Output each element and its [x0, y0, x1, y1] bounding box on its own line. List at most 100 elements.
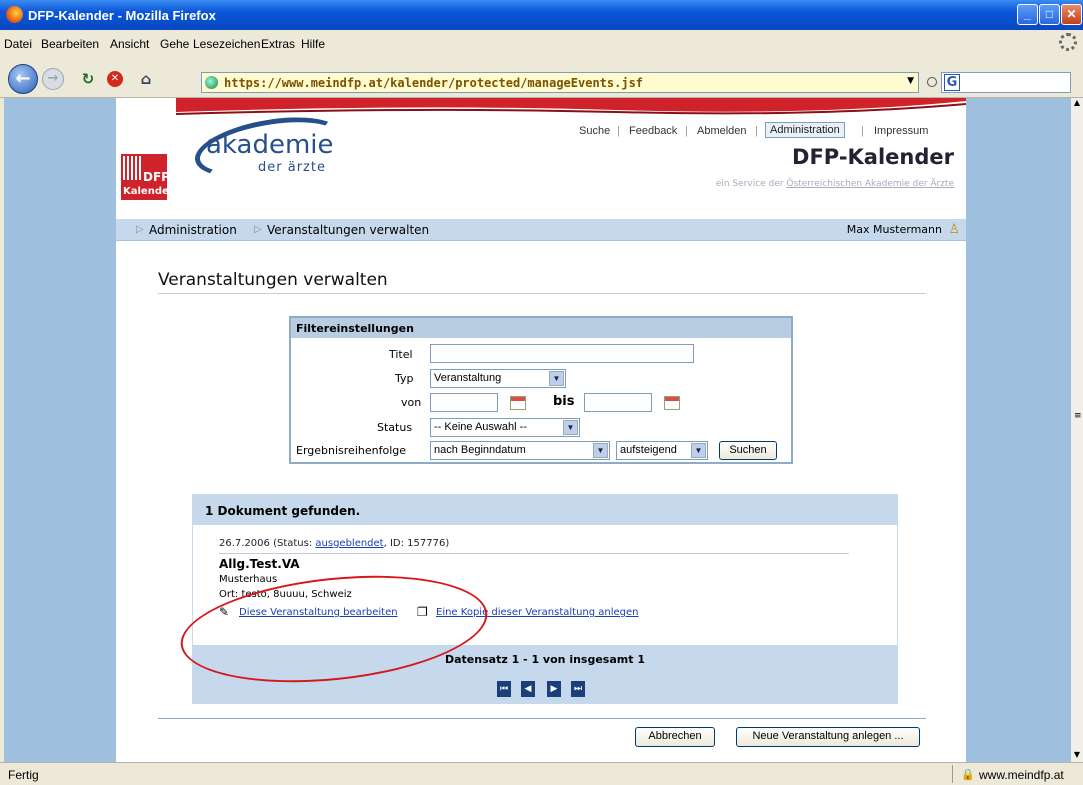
breadcrumb: ▷ Administration ▷ Veranstaltungen verwa…: [116, 219, 966, 241]
previous-page-icon[interactable]: ◀: [521, 681, 535, 697]
brand-subtitle: ein Service der Österreichischen Akademi…: [716, 179, 954, 189]
bis-date-input[interactable]: [584, 393, 652, 412]
browser-window: DFP-Kalender - Mozilla Firefox _ □ ✕ Dat…: [0, 0, 1083, 785]
header-swoosh: [175, 98, 966, 115]
next-page-icon[interactable]: ▶: [547, 681, 561, 697]
user-name: Max Mustermann: [846, 223, 942, 236]
typ-select[interactable]: Veranstaltung ▼: [430, 369, 566, 388]
lock-icon[interactable]: 🔒: [961, 768, 975, 781]
status-domain: www.meindfp.at: [979, 768, 1064, 782]
brand-title: DFP-Kalender: [792, 145, 954, 169]
scroll-grip[interactable]: ≡: [1074, 411, 1082, 421]
event-organizer: Musterhaus: [219, 574, 278, 585]
order-select[interactable]: nach Beginndatum ▼: [430, 441, 610, 460]
close-button[interactable]: ✕: [1061, 4, 1082, 25]
window-title: DFP-Kalender - Mozilla Firefox: [28, 8, 216, 23]
dfp-kalender-logo[interactable]: DFP Kalender: [121, 154, 174, 200]
menu-datei[interactable]: Datei: [4, 37, 32, 51]
status-bar: Fertig 🔒 www.meindfp.at: [0, 762, 1083, 785]
logo-sub-text: der ärzte: [258, 160, 326, 175]
status-select[interactable]: -- Keine Auswahl -- ▼: [430, 418, 580, 437]
go-icon[interactable]: [927, 77, 937, 87]
first-page-icon[interactable]: ⏮: [497, 681, 511, 697]
scroll-up-icon[interactable]: ▲: [1071, 98, 1083, 110]
maximize-button[interactable]: □: [1039, 4, 1060, 25]
nav-suche[interactable]: Suche: [579, 125, 610, 137]
logo-main-text: akademie: [206, 130, 334, 160]
bis-label: bis: [553, 394, 575, 409]
url-bar[interactable]: https://www.meindfp.at/kalender/protecte…: [201, 72, 919, 93]
nav-impressum[interactable]: Impressum: [874, 125, 928, 137]
event-meta: 26.7.2006 (Status: ausgeblendet, ID: 157…: [219, 538, 449, 549]
nav-separator: |: [617, 125, 620, 137]
titel-input[interactable]: [430, 344, 694, 363]
logo-bars: [123, 156, 143, 180]
menu-ansicht[interactable]: Ansicht: [110, 37, 149, 51]
breadcrumb-current: Veranstaltungen verwalten: [267, 223, 430, 237]
stop-icon[interactable]: ✕: [107, 71, 123, 87]
menu-extras[interactable]: Extras: [261, 37, 295, 51]
nav-separator: |: [861, 125, 864, 137]
url-dropdown-icon[interactable]: ▼: [907, 76, 914, 86]
search-button[interactable]: Suchen: [719, 441, 777, 460]
academy-link[interactable]: Österreichischen Akademie der Ärzte: [786, 179, 954, 189]
title-bar: DFP-Kalender - Mozilla Firefox _ □ ✕: [0, 0, 1083, 30]
throbber-icon: [1059, 33, 1077, 51]
chevron-down-icon: ▼: [593, 443, 608, 458]
nav-separator: |: [755, 125, 758, 137]
menu-bar: Datei Bearbeiten Ansicht Gehe Lesezeiche…: [0, 30, 1083, 60]
calendar-icon[interactable]: [510, 396, 526, 410]
reload-icon[interactable]: ↻: [78, 70, 98, 90]
akademie-logo[interactable]: akademie der ärzte: [190, 107, 354, 188]
typ-label: Typ: [395, 372, 414, 385]
status-separator: [952, 765, 953, 783]
last-page-icon[interactable]: ⏭: [571, 681, 585, 697]
search-box[interactable]: G: [941, 72, 1071, 93]
titel-label: Titel: [389, 348, 413, 361]
page-viewport: akademie der ärzte DFP Kalender Suche | …: [4, 98, 1071, 762]
breadcrumb-administration[interactable]: Administration: [149, 223, 237, 237]
status-text: Fertig: [8, 768, 39, 782]
nav-abmelden[interactable]: Abmelden: [697, 125, 747, 137]
menu-hilfe[interactable]: Hilfe: [301, 37, 325, 51]
globe-icon: [205, 76, 218, 89]
menu-bearbeiten[interactable]: Bearbeiten: [41, 37, 99, 51]
forward-icon[interactable]: →: [42, 68, 64, 90]
url-text: https://www.meindfp.at/kalender/protecte…: [224, 76, 644, 90]
calendar-icon[interactable]: [664, 396, 680, 410]
minimize-button[interactable]: _: [1017, 4, 1038, 25]
page-content: akademie der ärzte DFP Kalender Suche | …: [116, 98, 966, 762]
google-icon[interactable]: G: [944, 74, 960, 91]
status-label: Status: [377, 421, 413, 434]
user-icon: ♙: [948, 222, 960, 237]
back-icon[interactable]: ←: [8, 64, 38, 94]
filter-panel: Filtereinstellungen Titel Typ Veranstalt…: [289, 316, 793, 464]
chevron-down-icon: ▼: [691, 443, 706, 458]
vertical-scrollbar[interactable]: ▲ ≡ ▼: [1071, 98, 1083, 762]
order-value: nach Beginndatum: [434, 444, 526, 456]
site-header: akademie der ärzte DFP Kalender Suche | …: [116, 98, 966, 202]
scroll-down-icon[interactable]: ▼: [1071, 750, 1083, 762]
top-navigation: Suche | Feedback | Abmelden | Administra…: [561, 122, 961, 140]
dfp-label: DFP: [143, 170, 170, 184]
filter-heading: Filtereinstellungen: [291, 318, 791, 338]
menu-gehe[interactable]: Gehe: [160, 37, 189, 51]
direction-value: aufsteigend: [620, 444, 677, 456]
home-icon[interactable]: ⌂: [136, 70, 156, 90]
event-status-link[interactable]: ausgeblendet: [315, 538, 383, 549]
event-date: 26.7.2006 (Status:: [219, 538, 316, 549]
von-date-input[interactable]: [430, 393, 498, 412]
nav-feedback[interactable]: Feedback: [629, 125, 677, 137]
chevron-down-icon: ▼: [549, 371, 564, 386]
order-label: Ergebnisreihenfolge: [296, 444, 406, 457]
cancel-button[interactable]: Abbrechen: [635, 727, 715, 747]
new-event-button[interactable]: Neue Veranstaltung anlegen ...: [736, 727, 920, 747]
results-count: 1 Dokument gefunden.: [193, 495, 897, 525]
entry-divider: [219, 553, 849, 554]
menu-lesezeichen[interactable]: Lesezeichen: [193, 37, 260, 51]
event-id: , ID: 157776): [383, 538, 450, 549]
direction-select[interactable]: aufsteigend ▼: [616, 441, 708, 460]
event-title: Allg.Test.VA: [219, 557, 300, 571]
chevron-down-icon: ▼: [563, 420, 578, 435]
nav-administration[interactable]: Administration: [765, 122, 845, 138]
